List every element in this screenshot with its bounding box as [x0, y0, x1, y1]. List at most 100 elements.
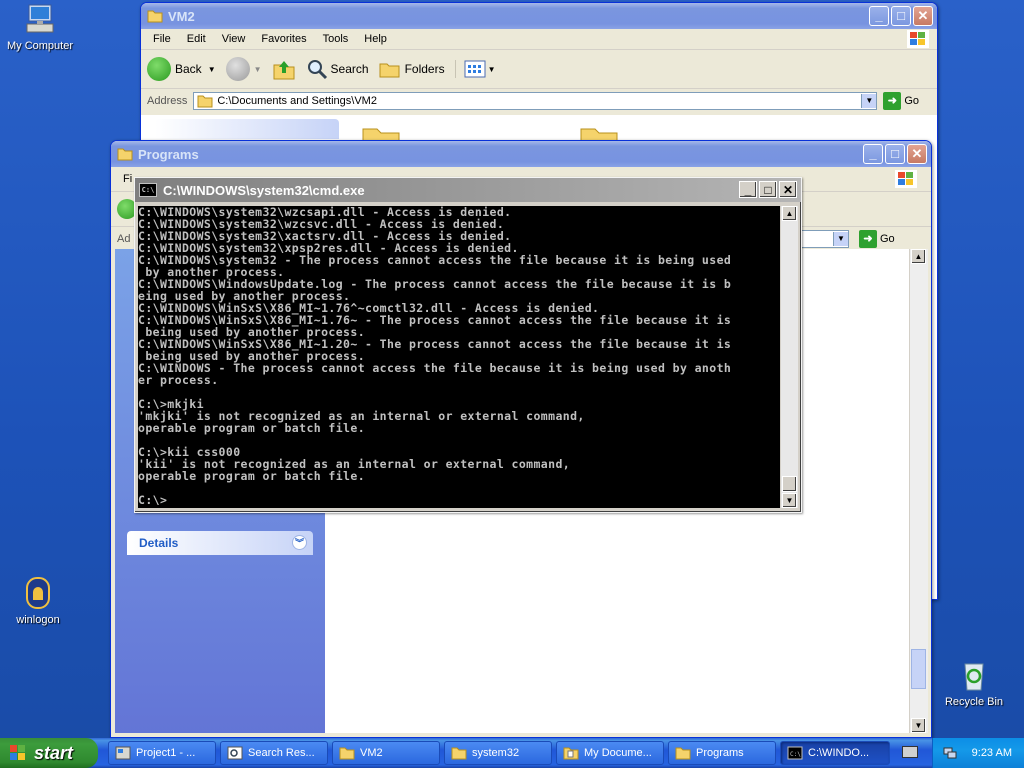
cmd-title: C:\WINDOWS\system32\cmd.exe	[163, 182, 365, 198]
taskbar-item-label: Search Res...	[248, 747, 315, 759]
desktop-icon-my-computer[interactable]: My Computer	[0, 2, 80, 52]
windows-logo-icon	[895, 170, 917, 188]
folder-icon	[339, 747, 355, 760]
back-button[interactable]: Back ▼	[147, 57, 216, 81]
chevron-down-icon[interactable]: ▼	[833, 232, 848, 246]
close-button[interactable]: ✕	[913, 6, 933, 26]
address-value: C:\Documents and Settings\VM2	[217, 95, 377, 107]
go-label: Go	[880, 233, 895, 245]
taskbar-item-programs[interactable]: Programs	[668, 741, 776, 765]
chevron-down-icon: ▼	[487, 64, 496, 74]
network-icon[interactable]	[943, 746, 957, 760]
taskbar-item-project1[interactable]: Project1 - ...	[108, 741, 216, 765]
minimize-button[interactable]: _	[869, 6, 889, 26]
go-button[interactable]: ➜ Go	[883, 92, 919, 110]
address-label: Address	[147, 95, 188, 107]
system-tray: 9:23 AM	[932, 738, 1024, 768]
details-label: Details	[139, 536, 179, 550]
menu-view[interactable]: View	[214, 33, 254, 45]
chevron-down-icon[interactable]: ▼	[208, 65, 216, 74]
taskbar: start Project1 - ... Search Res... VM2 s…	[0, 738, 1024, 768]
back-label: Back	[175, 62, 202, 76]
cmd-titlebar[interactable]: C:\ C:\WINDOWS\system32\cmd.exe _ □ ✕	[135, 178, 801, 202]
vb-project-icon	[115, 746, 131, 760]
folder-icon	[675, 747, 691, 760]
search-icon	[307, 60, 327, 80]
winlogon-icon	[21, 576, 55, 610]
go-arrow-icon: ➜	[883, 92, 902, 110]
vm2-titlebar[interactable]: VM2 _ □ ✕	[141, 3, 937, 29]
vm2-task-panel	[155, 119, 339, 139]
scroll-down-icon[interactable]: ▼	[911, 718, 926, 733]
taskbar-item-label: Project1 - ...	[136, 747, 196, 759]
address-input[interactable]: C:\Documents and Settings\VM2 ▼	[193, 92, 878, 110]
programs-scrollbar[interactable]: ▲ ▼	[909, 249, 928, 733]
cmd-icon: C:\	[139, 183, 157, 197]
menu-tools[interactable]: Tools	[315, 33, 357, 45]
cmd-window[interactable]: C:\ C:\WINDOWS\system32\cmd.exe _ □ ✕ C:…	[134, 177, 802, 513]
folder-icon	[197, 95, 213, 108]
search-results-icon	[227, 746, 243, 760]
details-panel-header[interactable]: Details ︾	[127, 531, 313, 555]
cmd-icon: C:\	[787, 746, 803, 760]
back-arrow-icon	[147, 57, 171, 81]
forward-arrow-icon	[225, 57, 250, 81]
programs-title: Programs	[138, 146, 199, 162]
scroll-up-icon[interactable]: ▲	[911, 249, 926, 264]
folders-label: Folders	[404, 62, 445, 76]
minimize-button[interactable]: _	[863, 144, 883, 164]
folder-icon	[451, 747, 467, 760]
scroll-thumb[interactable]	[782, 476, 797, 492]
start-label: start	[34, 742, 74, 763]
chevron-down-icon[interactable]: ▼	[254, 65, 262, 74]
taskbar-item-my-documents[interactable]: My Docume...	[556, 741, 664, 765]
menu-help[interactable]: Help	[356, 33, 395, 45]
taskbar-item-search-results[interactable]: Search Res...	[220, 741, 328, 765]
folder-icon	[147, 10, 163, 23]
scroll-thumb[interactable]	[911, 649, 926, 689]
go-arrow-icon: ➜	[859, 230, 877, 248]
taskbar-item-vm2[interactable]: VM2	[332, 741, 440, 765]
go-button[interactable]: ➜ Go	[859, 230, 895, 248]
menu-file[interactable]: File	[145, 33, 179, 45]
start-button[interactable]: start	[0, 738, 98, 768]
scroll-down-icon[interactable]: ▼	[782, 493, 797, 508]
vm2-menubar: File Edit View Favorites Tools Help	[141, 29, 937, 50]
menu-favorites[interactable]: Favorites	[253, 33, 314, 45]
search-button[interactable]: Search	[306, 58, 369, 80]
programs-titlebar[interactable]: Programs _ □ ✕	[111, 141, 931, 167]
taskbar-item-system32[interactable]: system32	[444, 741, 552, 765]
desktop-icon-winlogon[interactable]: winlogon	[0, 576, 78, 626]
clock[interactable]: 9:23 AM	[972, 747, 1012, 759]
my-documents-icon	[563, 747, 579, 760]
taskbar-item-cmd[interactable]: C:\ C:\WINDO...	[780, 741, 890, 765]
desktop-icon-label: My Computer	[6, 40, 74, 52]
taskbar-item-label: system32	[472, 747, 520, 759]
scroll-up-icon[interactable]: ▲	[782, 206, 797, 221]
keyboard-icon[interactable]	[902, 746, 918, 758]
chevron-down-icon[interactable]: ▼	[861, 94, 877, 108]
maximize-button[interactable]: □	[759, 181, 777, 198]
maximize-button[interactable]: □	[891, 6, 911, 26]
address-label: Ad	[117, 233, 131, 245]
close-button[interactable]: ✕	[907, 144, 927, 164]
close-button[interactable]: ✕	[779, 181, 797, 198]
minimize-button[interactable]: _	[739, 181, 757, 198]
cmd-scrollbar[interactable]: ▲ ▼	[780, 206, 798, 508]
vm2-title: VM2	[168, 8, 195, 24]
desktop: My Computer winlogon Recycle Bin VM2 _ □…	[0, 0, 1024, 738]
maximize-button[interactable]: □	[885, 144, 905, 164]
up-folder-icon	[273, 61, 295, 80]
menu-edit[interactable]: Edit	[179, 33, 214, 45]
folders-button[interactable]: Folders	[379, 59, 445, 79]
console-output[interactable]: C:\WINDOWS\system32\wzcsapi.dll - Access…	[138, 206, 780, 508]
views-button[interactable]: ▼	[454, 60, 496, 78]
folders-icon	[379, 63, 400, 78]
up-folder-button[interactable]	[272, 57, 296, 81]
desktop-icon-recycle-bin[interactable]: Recycle Bin	[934, 658, 1014, 708]
forward-button[interactable]: ▼	[225, 57, 262, 81]
chevron-down-icon[interactable]: ︾	[292, 535, 307, 550]
vm2-address-bar: Address C:\Documents and Settings\VM2 ▼ …	[141, 89, 937, 113]
views-icon	[464, 60, 486, 78]
taskbar-item-label: C:\WINDO...	[808, 747, 870, 759]
